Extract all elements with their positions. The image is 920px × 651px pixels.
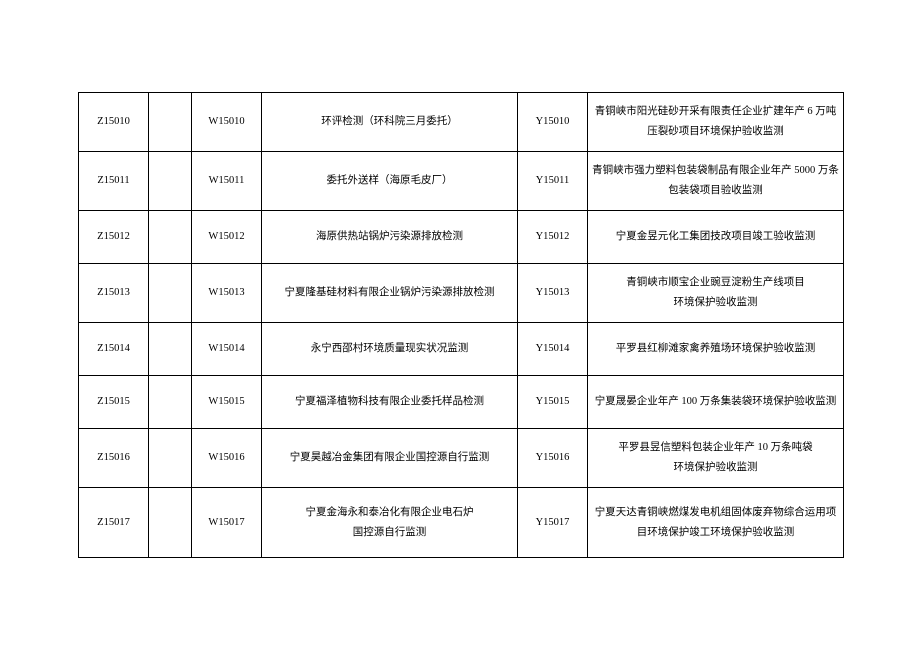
table-cell: W15013 (192, 264, 262, 323)
table-cell: W15016 (192, 429, 262, 488)
table-cell (149, 152, 192, 211)
table-cell: Y15013 (518, 264, 588, 323)
table-cell: Y15012 (518, 211, 588, 264)
table-cell: 宁夏昊越冶金集团有限企业国控源自行监测 (262, 429, 518, 488)
table-cell: 委托外送样（海原毛皮厂） (262, 152, 518, 211)
table-cell (149, 429, 192, 488)
table-cell: 平罗县昱信塑料包装企业年产 10 万条吨袋环境保护验收监测 (588, 429, 844, 488)
table-cell: Z15017 (79, 488, 149, 558)
data-table: Z15010 W15010环评检测（环科院三月委托）Y15010青铜峡市阳光硅砂开… (78, 92, 844, 558)
table-cell: Z15012 (79, 211, 149, 264)
document-table-wrapper: Z15010 W15010环评检测（环科院三月委托）Y15010青铜峡市阳光硅砂开… (78, 92, 843, 558)
table-cell: 宁夏金海永和泰冶化有限企业电石炉国控源自行监测 (262, 488, 518, 558)
table-cell: 青铜峡市顺宝企业豌豆淀粉生产线项目环境保护验收监测 (588, 264, 844, 323)
table-cell: Y15011 (518, 152, 588, 211)
table-cell (149, 488, 192, 558)
table-row: Z15011 W15011委托外送样（海原毛皮厂）Y15011青铜峡市强力塑料包装… (79, 152, 844, 211)
table-cell: 宁夏天达青铜峡燃煤发电机组固体废弃物综合运用项目环境保护竣工环境保护验收监测 (588, 488, 844, 558)
table-cell: 宁夏福泽植物科技有限企业委托样品检测 (262, 376, 518, 429)
table-cell: 青铜峡市强力塑料包装袋制品有限企业年产 5000 万条包装袋项目验收监测 (588, 152, 844, 211)
table-cell: 宁夏隆基硅材料有限企业锅炉污染源排放检测 (262, 264, 518, 323)
table-cell: Y15017 (518, 488, 588, 558)
table-row: Z15010 W15010环评检测（环科院三月委托）Y15010青铜峡市阳光硅砂开… (79, 93, 844, 152)
table-cell: 环评检测（环科院三月委托） (262, 93, 518, 152)
table-cell: Z15015 (79, 376, 149, 429)
table-cell: 平罗县红柳滩家禽养殖场环境保护验收监测 (588, 323, 844, 376)
table-cell: W15015 (192, 376, 262, 429)
table-cell: Z15014 (79, 323, 149, 376)
table-row: Z15016 W15016宁夏昊越冶金集团有限企业国控源自行监测Y15016平罗县… (79, 429, 844, 488)
table-cell: 海原供热站锅炉污染源排放检测 (262, 211, 518, 264)
table-cell: Y15016 (518, 429, 588, 488)
table-cell: 永宁西邵村环境质量现实状况监测 (262, 323, 518, 376)
table-cell (149, 264, 192, 323)
table-cell: W15010 (192, 93, 262, 152)
table-cell: Y15014 (518, 323, 588, 376)
table-cell: W15012 (192, 211, 262, 264)
table-cell: Z15016 (79, 429, 149, 488)
table-cell: Z15010 (79, 93, 149, 152)
table-cell: W15014 (192, 323, 262, 376)
table-cell: 青铜峡市阳光硅砂开采有限责任企业扩建年产 6 万吨压裂砂项目环境保护验收监测 (588, 93, 844, 152)
table-cell (149, 93, 192, 152)
table-cell: 宁夏金昱元化工集团技改项目竣工验收监测 (588, 211, 844, 264)
table-cell (149, 376, 192, 429)
table-cell: Y15015 (518, 376, 588, 429)
table-cell: W15011 (192, 152, 262, 211)
table-row: Z15012 W15012海原供热站锅炉污染源排放检测Y15012宁夏金昱元化工集… (79, 211, 844, 264)
table-cell (149, 323, 192, 376)
table-cell (149, 211, 192, 264)
table-cell: Z15011 (79, 152, 149, 211)
table-row: Z15015 W15015宁夏福泽植物科技有限企业委托样品检测Y15015宁夏晟晏… (79, 376, 844, 429)
table-cell: W15017 (192, 488, 262, 558)
table-row: Z15013 W15013宁夏隆基硅材料有限企业锅炉污染源排放检测Y15013青铜… (79, 264, 844, 323)
table-cell: Z15013 (79, 264, 149, 323)
table-cell: Y15010 (518, 93, 588, 152)
table-row: Z15017 W15017宁夏金海永和泰冶化有限企业电石炉国控源自行监测Y1501… (79, 488, 844, 558)
table-row: Z15014 W15014永宁西邵村环境质量现实状况监测Y15014平罗县红柳滩家… (79, 323, 844, 376)
table-cell: 宁夏晟晏企业年产 100 万条集装袋环境保护验收监测 (588, 376, 844, 429)
